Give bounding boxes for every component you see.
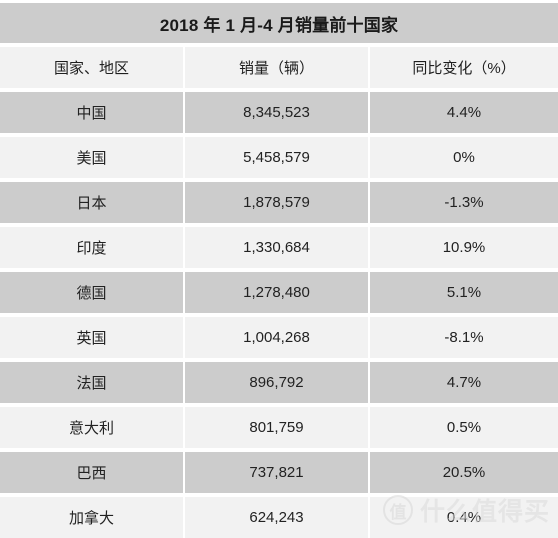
table-header-row: 国家、地区 销量（辆） 同比变化（%） [0,47,558,88]
cell-change: 4.4% [370,92,558,133]
table-title-band: 2018 年 1 月-4 月销量前十国家 [0,3,558,43]
cell-change: -8.1% [370,317,558,358]
cell-sales: 1,278,480 [185,272,368,313]
table-row: 中国 8,345,523 4.4% [0,92,558,133]
cell-change: 4.7% [370,362,558,403]
cell-sales: 624,243 [185,497,368,538]
cell-country: 印度 [0,227,183,268]
cell-sales: 896,792 [185,362,368,403]
cell-country: 中国 [0,92,183,133]
sales-ranking-table: 2018 年 1 月-4 月销量前十国家 国家、地区 销量（辆） 同比变化（%）… [0,0,558,538]
cell-country: 德国 [0,272,183,313]
cell-country: 意大利 [0,407,183,448]
cell-sales: 5,458,579 [185,137,368,178]
column-header-country: 国家、地区 [0,47,183,88]
cell-sales: 8,345,523 [185,92,368,133]
cell-sales: 737,821 [185,452,368,493]
cell-change: 0% [370,137,558,178]
cell-country: 美国 [0,137,183,178]
cell-change: 0.5% [370,407,558,448]
cell-sales: 1,004,268 [185,317,368,358]
cell-sales: 801,759 [185,407,368,448]
table-row: 意大利 801,759 0.5% [0,407,558,448]
table-row: 美国 5,458,579 0% [0,137,558,178]
table-row: 法国 896,792 4.7% [0,362,558,403]
cell-country: 日本 [0,182,183,223]
column-header-change: 同比变化（%） [370,47,558,88]
cell-sales: 1,878,579 [185,182,368,223]
table-row: 巴西 737,821 20.5% [0,452,558,493]
cell-change: 20.5% [370,452,558,493]
cell-sales: 1,330,684 [185,227,368,268]
cell-change: 5.1% [370,272,558,313]
cell-country: 英国 [0,317,183,358]
cell-change: 0.4% [370,497,558,538]
cell-country: 巴西 [0,452,183,493]
column-header-sales: 销量（辆） [185,47,368,88]
table-row: 日本 1,878,579 -1.3% [0,182,558,223]
table-row: 英国 1,004,268 -8.1% [0,317,558,358]
table-row: 加拿大 624,243 0.4% [0,497,558,538]
cell-country: 加拿大 [0,497,183,538]
cell-change: -1.3% [370,182,558,223]
table-row: 印度 1,330,684 10.9% [0,227,558,268]
cell-country: 法国 [0,362,183,403]
page-title: 2018 年 1 月-4 月销量前十国家 [159,15,399,35]
table-row: 德国 1,278,480 5.1% [0,272,558,313]
cell-change: 10.9% [370,227,558,268]
